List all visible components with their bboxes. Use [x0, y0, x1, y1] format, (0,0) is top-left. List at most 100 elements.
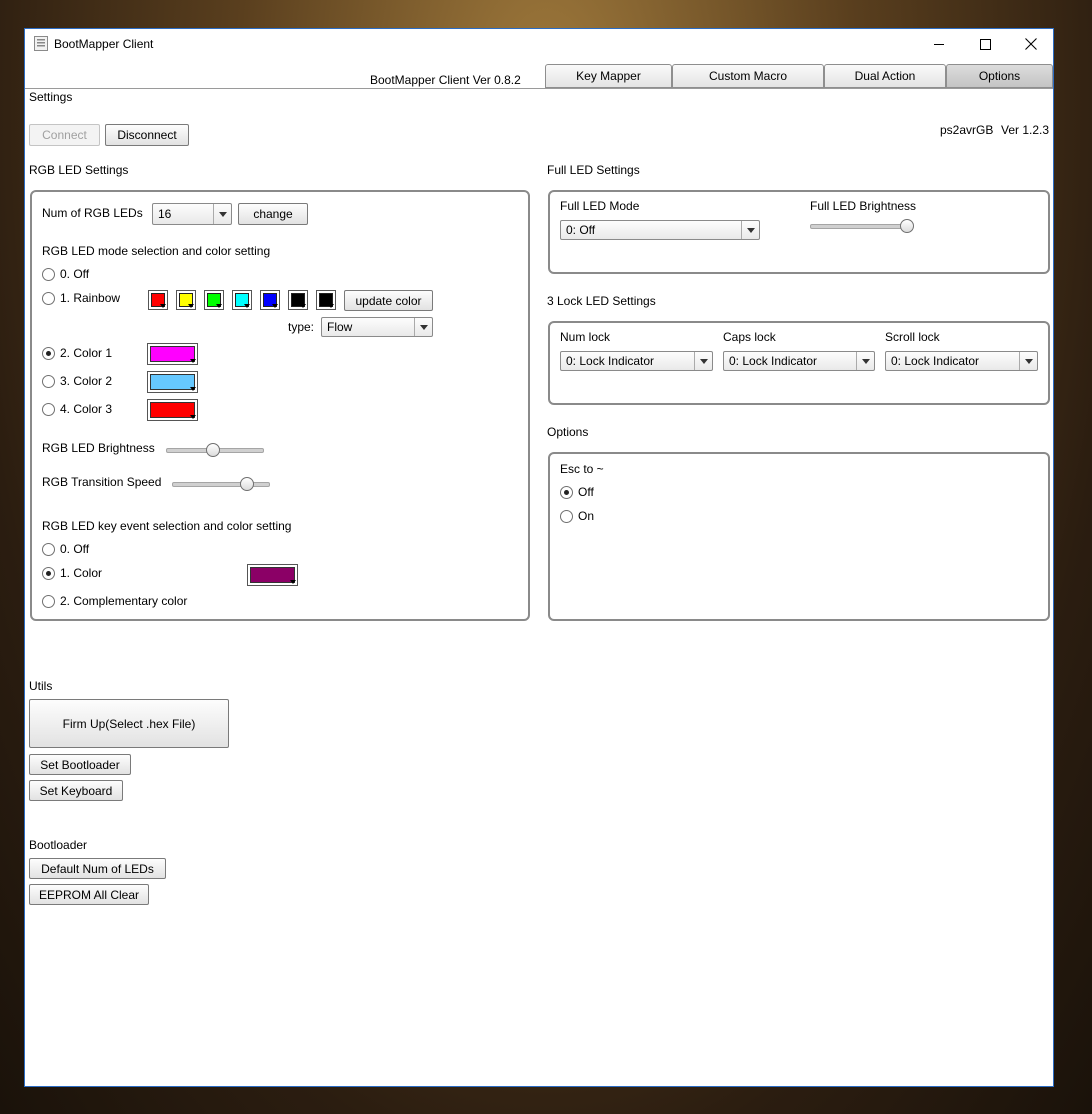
lock-led-settings-panel: Num lock 0: Lock Indicator Caps lock 0: …	[548, 321, 1050, 405]
rainbow-swatch-6[interactable]	[288, 290, 308, 310]
firm-up-button[interactable]: Firm Up(Select .hex File)	[29, 699, 229, 748]
tab-custom-macro[interactable]: Custom Macro	[672, 64, 824, 88]
disconnect-button[interactable]: Disconnect	[105, 124, 189, 146]
full-led-settings-heading: Full LED Settings	[547, 163, 640, 177]
rainbow-swatch-4[interactable]	[232, 290, 252, 310]
chevron-down-icon	[244, 304, 250, 308]
num-lock-value: 0: Lock Indicator	[566, 354, 655, 368]
key-event-color-swatch[interactable]	[247, 564, 298, 586]
mode-color2-label: 3. Color 2	[60, 374, 113, 388]
close-button[interactable]	[1008, 29, 1054, 59]
tab-dual-action[interactable]: Dual Action	[824, 64, 946, 88]
caps-lock-select[interactable]: 0: Lock Indicator	[723, 351, 875, 371]
esc-on-label: On	[578, 509, 595, 523]
radio-key-event-complementary[interactable]	[42, 595, 55, 608]
scroll-lock-select[interactable]: 0: Lock Indicator	[885, 351, 1038, 371]
tab-key-mapper[interactable]: Key Mapper	[545, 64, 672, 88]
caps-lock-label: Caps lock	[723, 330, 776, 344]
rgb-led-settings-heading: RGB LED Settings	[29, 163, 129, 177]
full-led-settings-panel: Full LED Mode 0: Off Full LED Brightness	[548, 190, 1050, 274]
esc-to-tilde-label: Esc to ~	[560, 462, 604, 476]
radio-mode-color3[interactable]	[42, 403, 55, 416]
rgb-brightness-label: RGB LED Brightness	[42, 441, 155, 455]
update-color-button[interactable]: update color	[344, 290, 433, 311]
radio-key-event-color[interactable]	[42, 567, 55, 580]
default-num-leds-button[interactable]: Default Num of LEDs	[29, 858, 166, 879]
minimize-button[interactable]	[916, 29, 962, 59]
chevron-down-icon	[190, 415, 196, 419]
close-icon	[1025, 38, 1037, 50]
chevron-down-icon	[414, 318, 432, 336]
app-icon	[34, 36, 48, 51]
radio-mode-color1[interactable]	[42, 347, 55, 360]
num-lock-select[interactable]: 0: Lock Indicator	[560, 351, 713, 371]
slider-knob[interactable]	[900, 219, 915, 233]
radio-esc-off[interactable]	[560, 486, 573, 499]
rainbow-swatch-5[interactable]	[260, 290, 280, 310]
set-keyboard-button[interactable]: Set Keyboard	[29, 780, 123, 801]
device-version: Ver 1.2.3	[1001, 123, 1050, 137]
radio-esc-on[interactable]	[560, 510, 573, 523]
slider-knob[interactable]	[240, 477, 255, 491]
color3-swatch[interactable]	[147, 399, 198, 421]
radio-mode-rainbow[interactable]	[42, 292, 55, 305]
rainbow-type-select[interactable]: Flow	[321, 317, 433, 337]
minimize-icon	[933, 43, 944, 45]
chevron-down-icon	[741, 221, 759, 239]
options-panel: Esc to ~ Off On	[548, 452, 1050, 621]
rainbow-swatch-2[interactable]	[176, 290, 196, 310]
color1-swatch[interactable]	[147, 343, 198, 365]
utils-heading: Utils	[29, 679, 53, 693]
rgb-brightness-slider[interactable]	[166, 443, 264, 457]
chevron-down-icon	[190, 359, 196, 363]
color2-swatch[interactable]	[147, 371, 198, 393]
radio-key-event-off[interactable]	[42, 543, 55, 556]
rainbow-swatch-1[interactable]	[148, 290, 168, 310]
rgb-speed-slider[interactable]	[172, 477, 270, 491]
full-led-brightness-slider[interactable]	[810, 219, 915, 233]
lock-led-settings-heading: 3 Lock LED Settings	[547, 294, 656, 308]
change-button[interactable]: change	[238, 203, 308, 225]
tab-options[interactable]: Options	[946, 64, 1053, 88]
app-window: BootMapper Client BootMapper Client Ver …	[24, 28, 1054, 1087]
key-event-heading: RGB LED key event selection and color se…	[42, 519, 292, 533]
chevron-down-icon	[290, 580, 296, 584]
window-title: BootMapper Client	[54, 37, 154, 51]
maximize-icon	[979, 38, 991, 50]
num-rgb-leds-value: 16	[158, 207, 172, 221]
key-event-color-label: 1. Color	[60, 566, 103, 580]
key-event-complementary-label: 2. Complementary color	[60, 594, 188, 608]
slider-track	[172, 482, 270, 487]
title-bar[interactable]: BootMapper Client	[25, 29, 1053, 59]
chevron-down-icon	[272, 304, 278, 308]
chevron-down-icon	[188, 304, 194, 308]
chevron-down-icon	[856, 352, 874, 370]
rgb-mode-heading: RGB LED mode selection and color setting	[42, 244, 271, 258]
connect-button[interactable]: Connect	[29, 124, 100, 146]
eeprom-all-clear-button[interactable]: EEPROM All Clear	[29, 884, 149, 905]
mode-color1-label: 2. Color 1	[60, 346, 113, 360]
chevron-down-icon	[1019, 352, 1037, 370]
radio-mode-off[interactable]	[42, 268, 55, 281]
device-name: ps2avrGB	[940, 123, 994, 137]
chevron-down-icon	[213, 204, 231, 224]
options-heading: Options	[547, 425, 589, 439]
full-led-brightness-label: Full LED Brightness	[810, 199, 917, 213]
chevron-down-icon	[694, 352, 712, 370]
rainbow-swatch-3[interactable]	[204, 290, 224, 310]
rainbow-type-value: Flow	[327, 320, 353, 334]
chevron-down-icon	[328, 304, 334, 308]
num-rgb-leds-select[interactable]: 16	[152, 203, 232, 225]
maximize-button[interactable]	[962, 29, 1008, 59]
scroll-lock-label: Scroll lock	[885, 330, 940, 344]
slider-knob[interactable]	[206, 443, 221, 457]
mode-rainbow-label: 1. Rainbow	[60, 291, 121, 305]
chevron-down-icon	[160, 304, 166, 308]
set-bootloader-button[interactable]: Set Bootloader	[29, 754, 131, 775]
radio-mode-color2[interactable]	[42, 375, 55, 388]
rainbow-swatch-7[interactable]	[316, 290, 336, 310]
full-led-mode-select[interactable]: 0: Off	[560, 220, 760, 240]
caps-lock-value: 0: Lock Indicator	[729, 354, 818, 368]
swatch-fill	[150, 402, 195, 418]
esc-off-label: Off	[578, 485, 594, 499]
